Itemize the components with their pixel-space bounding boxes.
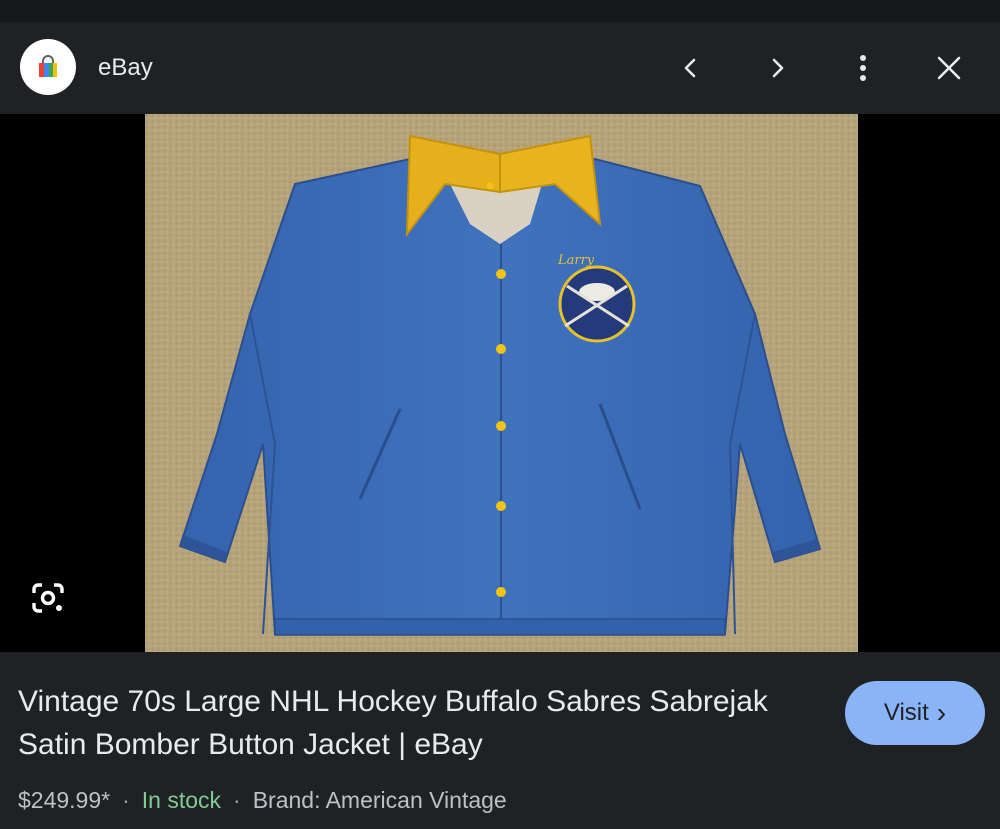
image-stage: Larry bbox=[0, 114, 1000, 652]
product-meta: $249.99* · In stock · Brand: American Vi… bbox=[18, 784, 507, 816]
close-icon bbox=[937, 56, 961, 80]
image-viewer: eBay Larry Vintage 70s Large NHL Hockey … bbox=[0, 0, 1000, 829]
chevron-right-icon bbox=[772, 58, 784, 78]
visit-label: Visit bbox=[883, 699, 929, 726]
viewer-header: eBay bbox=[0, 22, 1000, 114]
more-options-button[interactable] bbox=[839, 44, 887, 92]
brand: Brand: American Vintage bbox=[252, 786, 507, 813]
product-title[interactable]: Vintage 70s Large NHL Hockey Buffalo Sab… bbox=[18, 680, 828, 766]
next-button[interactable] bbox=[753, 44, 801, 92]
stock-status: In stock bbox=[141, 786, 222, 813]
separator: · bbox=[122, 786, 130, 813]
shopping-bag-icon bbox=[39, 55, 57, 77]
price: $249.99* bbox=[18, 786, 111, 813]
chevron-right-icon: › bbox=[936, 697, 947, 728]
google-lens-button[interactable] bbox=[22, 572, 74, 624]
site-logo[interactable] bbox=[20, 39, 76, 95]
close-button[interactable] bbox=[925, 44, 973, 92]
chevron-left-icon bbox=[684, 58, 696, 78]
more-vert-icon bbox=[860, 55, 866, 81]
previous-button[interactable] bbox=[667, 44, 715, 92]
product-info-panel: Vintage 70s Large NHL Hockey Buffalo Sab… bbox=[0, 652, 1000, 829]
top-strip bbox=[0, 0, 1000, 22]
site-name[interactable]: eBay bbox=[98, 53, 153, 83]
google-lens-icon bbox=[32, 583, 64, 613]
product-image[interactable]: Larry bbox=[145, 114, 858, 652]
patch-text: Larry bbox=[557, 253, 595, 268]
separator: · bbox=[233, 786, 241, 813]
visit-button[interactable]: Visit › bbox=[845, 681, 985, 745]
